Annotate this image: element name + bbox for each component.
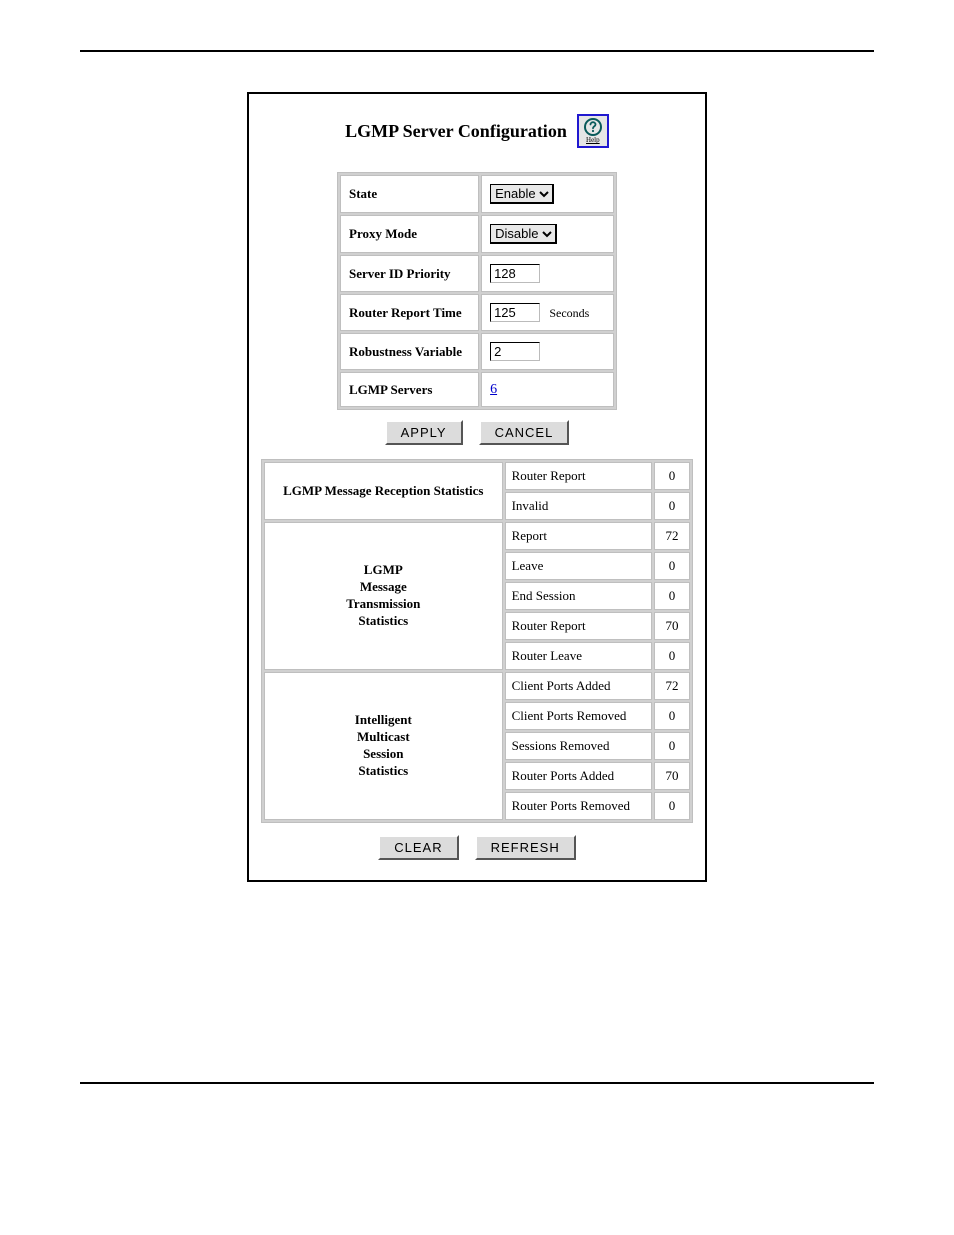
page-title: LGMP Server Configuration (345, 121, 567, 142)
cancel-button[interactable]: CANCEL (479, 420, 570, 445)
im-router-ports-removed-value: 0 (654, 792, 690, 820)
seconds-suffix: Seconds (549, 306, 589, 320)
tx-report-value: 72 (654, 522, 690, 550)
proxy-mode-select[interactable]: Disable (490, 224, 557, 244)
clear-button[interactable]: CLEAR (378, 835, 458, 860)
help-button[interactable]: Help (577, 114, 609, 148)
robustness-variable-input[interactable] (490, 342, 540, 361)
tx-report-label: Report (505, 522, 652, 550)
server-id-priority-label: Server ID Priority (340, 255, 479, 292)
server-id-priority-input[interactable] (490, 264, 540, 283)
lgmp-servers-link[interactable]: 6 (490, 382, 497, 397)
tx-end-session-label: End Session (505, 582, 652, 610)
rx-stats-title: LGMP Message Reception Statistics (264, 462, 503, 520)
im-stats-title: Intelligent Multicast Session Statistics (264, 672, 503, 820)
tx-router-leave-value: 0 (654, 642, 690, 670)
im-client-ports-removed-label: Client Ports Removed (505, 702, 652, 730)
refresh-button[interactable]: REFRESH (475, 835, 576, 860)
robustness-variable-label: Robustness Variable (340, 333, 479, 370)
im-sessions-removed-label: Sessions Removed (505, 732, 652, 760)
im-router-ports-added-label: Router Ports Added (505, 762, 652, 790)
rx-router-report-value: 0 (654, 462, 690, 490)
apply-button[interactable]: APPLY (385, 420, 463, 445)
stats-table: LGMP Message Reception Statistics Router… (261, 459, 693, 823)
tx-leave-value: 0 (654, 552, 690, 580)
tx-end-session-value: 0 (654, 582, 690, 610)
im-router-ports-added-value: 70 (654, 762, 690, 790)
help-label: Help (586, 137, 600, 144)
im-sessions-removed-value: 0 (654, 732, 690, 760)
rx-router-report-label: Router Report (505, 462, 652, 490)
panel-header: LGMP Server Configuration Help (261, 114, 693, 148)
tx-router-leave-label: Router Leave (505, 642, 652, 670)
rx-invalid-value: 0 (654, 492, 690, 520)
proxy-mode-label: Proxy Mode (340, 215, 479, 253)
config-panel: LGMP Server Configuration Help State Ena… (247, 92, 707, 882)
lgmp-servers-label: LGMP Servers (340, 372, 479, 407)
tx-router-report-label: Router Report (505, 612, 652, 640)
im-client-ports-added-value: 72 (654, 672, 690, 700)
tx-router-report-value: 70 (654, 612, 690, 640)
im-router-ports-removed-label: Router Ports Removed (505, 792, 652, 820)
state-select[interactable]: Enable (490, 184, 554, 204)
config-table: State Enable Proxy Mode Disable Server I… (337, 172, 617, 410)
rx-invalid-label: Invalid (505, 492, 652, 520)
state-label: State (340, 175, 479, 213)
tx-stats-title: LGMP Message Transmission Statistics (264, 522, 503, 670)
im-client-ports-added-label: Client Ports Added (505, 672, 652, 700)
question-icon (584, 118, 602, 136)
router-report-time-label: Router Report Time (340, 294, 479, 331)
im-client-ports-removed-value: 0 (654, 702, 690, 730)
router-report-time-input[interactable] (490, 303, 540, 322)
tx-leave-label: Leave (505, 552, 652, 580)
